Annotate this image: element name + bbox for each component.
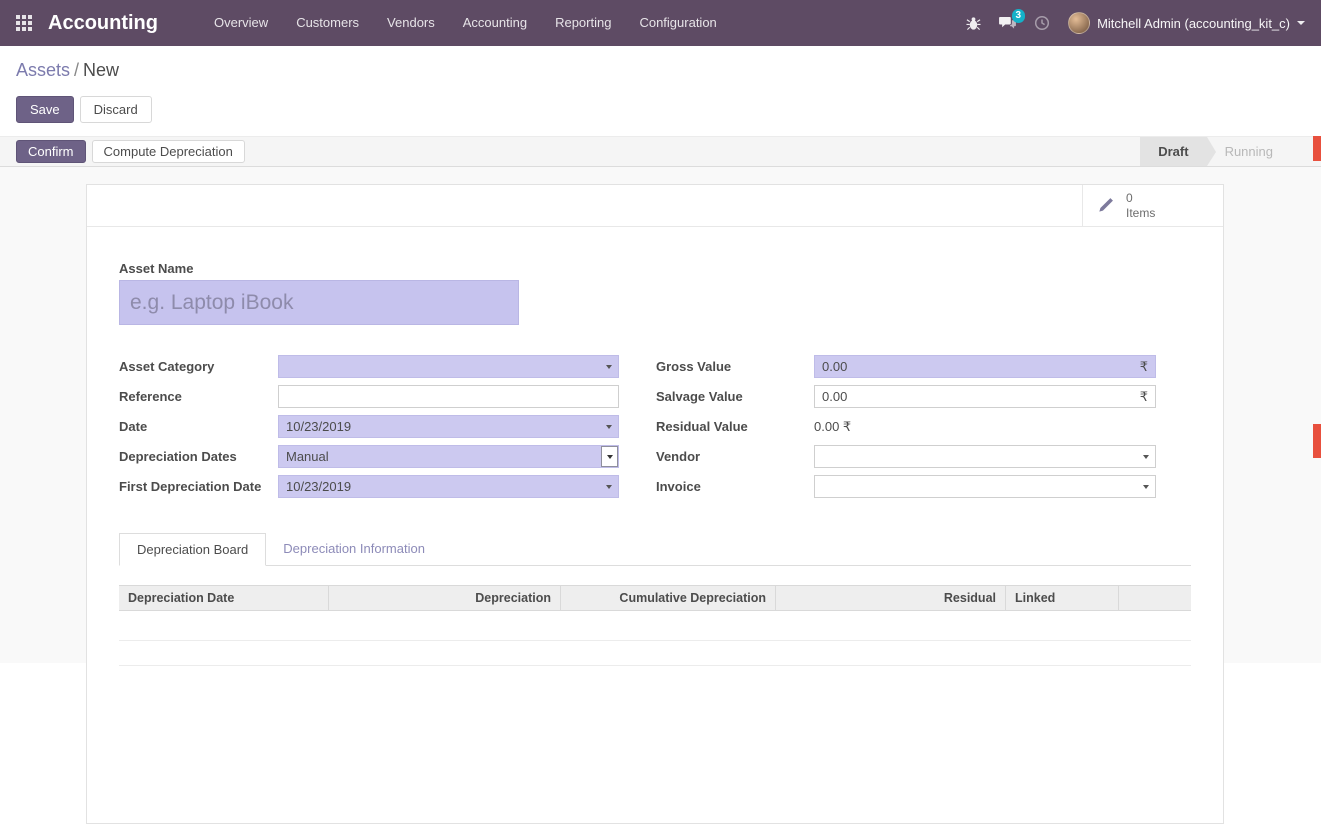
- breadcrumb-assets-link[interactable]: Assets: [16, 60, 70, 80]
- first-depreciation-date-label: First Depreciation Date: [119, 475, 278, 494]
- select-dropdown-button[interactable]: [601, 446, 618, 467]
- user-name: Mitchell Admin (accounting_kit_c): [1097, 16, 1290, 31]
- bug-icon[interactable]: [966, 16, 981, 31]
- app-name[interactable]: Accounting: [48, 12, 158, 35]
- depreciation-board-table: Depreciation Date Depreciation Cumulativ…: [119, 585, 1191, 666]
- currency-symbol: ₹: [1140, 359, 1148, 375]
- field-row-reference: Reference: [119, 385, 619, 408]
- user-menu[interactable]: Mitchell Admin (accounting_kit_c): [1068, 12, 1305, 34]
- form-view: 0 Items Asset Name Asset Category: [0, 167, 1321, 663]
- status-step-running[interactable]: Running: [1207, 137, 1291, 166]
- residual-value-text: 0.00 ₹: [814, 415, 1156, 435]
- field-row-depreciation-dates: Depreciation Dates Manual: [119, 445, 619, 468]
- activities-clock-icon[interactable]: [1034, 15, 1050, 31]
- currency-symbol: ₹: [1140, 389, 1148, 405]
- salvage-value-amount: 0.00: [822, 389, 847, 404]
- button-box: 0 Items: [87, 185, 1223, 227]
- salvage-value-input[interactable]: 0.00 ₹: [814, 385, 1156, 408]
- menu-customers[interactable]: Customers: [296, 0, 359, 46]
- col-empty: [1119, 586, 1191, 610]
- col-residual[interactable]: Residual: [776, 586, 1006, 610]
- edge-marker: [1313, 424, 1321, 458]
- discard-button[interactable]: Discard: [80, 96, 152, 123]
- field-row-residual-value: Residual Value 0.00 ₹: [656, 415, 1156, 438]
- form-sheet: 0 Items Asset Name Asset Category: [86, 184, 1224, 824]
- invoice-select[interactable]: [814, 475, 1156, 498]
- tab-depreciation-board[interactable]: Depreciation Board: [119, 533, 266, 566]
- invoice-label: Invoice: [656, 475, 814, 494]
- gross-value-input[interactable]: 0.00 ₹: [814, 355, 1156, 378]
- first-depreciation-date-input[interactable]: 10/23/2019: [278, 475, 619, 498]
- breadcrumb-current: New: [83, 60, 119, 80]
- edge-marker: [1313, 136, 1321, 161]
- vendor-label: Vendor: [656, 445, 814, 464]
- items-stat-button[interactable]: 0 Items: [1082, 185, 1223, 226]
- menu-configuration[interactable]: Configuration: [639, 0, 716, 46]
- menu-accounting[interactable]: Accounting: [463, 0, 527, 46]
- field-row-invoice: Invoice: [656, 475, 1156, 498]
- compute-depreciation-button[interactable]: Compute Depreciation: [92, 140, 245, 163]
- residual-value-label: Residual Value: [656, 415, 814, 434]
- col-depreciation-date[interactable]: Depreciation Date: [119, 586, 329, 610]
- menu-overview[interactable]: Overview: [214, 0, 268, 46]
- statusbar: Confirm Compute Depreciation Draft Runni…: [0, 136, 1321, 167]
- status-step-draft[interactable]: Draft: [1140, 137, 1206, 166]
- vendor-select[interactable]: [814, 445, 1156, 468]
- gross-value-amount: 0.00: [822, 359, 847, 374]
- menu-vendors[interactable]: Vendors: [387, 0, 435, 46]
- pencil-icon: [1097, 197, 1114, 214]
- asset-name-input[interactable]: [119, 280, 519, 325]
- breadcrumb-separator: /: [70, 60, 83, 80]
- menu-reporting[interactable]: Reporting: [555, 0, 611, 46]
- asset-category-label: Asset Category: [119, 355, 278, 374]
- depreciation-dates-label: Depreciation Dates: [119, 445, 278, 464]
- save-button[interactable]: Save: [16, 96, 74, 123]
- chevron-down-icon: [1297, 21, 1305, 25]
- main-menu: Overview Customers Vendors Accounting Re…: [214, 0, 717, 46]
- date-input[interactable]: 10/23/2019: [278, 415, 619, 438]
- top-navbar: Accounting Overview Customers Vendors Ac…: [0, 0, 1321, 46]
- table-empty-row: [119, 641, 1191, 666]
- field-row-salvage-value: Salvage Value 0.00 ₹: [656, 385, 1156, 408]
- apps-menu-icon[interactable]: [16, 15, 32, 31]
- reference-label: Reference: [119, 385, 278, 404]
- message-count-badge: 3: [1012, 9, 1026, 23]
- salvage-value-label: Salvage Value: [656, 385, 814, 404]
- items-label: Items: [1126, 206, 1155, 221]
- items-count: 0: [1126, 191, 1155, 206]
- col-cumulative-depreciation[interactable]: Cumulative Depreciation: [561, 586, 776, 610]
- field-row-gross-value: Gross Value 0.00 ₹: [656, 355, 1156, 378]
- table-header-row: Depreciation Date Depreciation Cumulativ…: [119, 585, 1191, 611]
- messages-icon[interactable]: 3: [999, 16, 1016, 31]
- notebook-tabs: Depreciation Board Depreciation Informat…: [119, 533, 1191, 566]
- asset-name-label: Asset Name: [119, 261, 1191, 276]
- field-row-date: Date 10/23/2019: [119, 415, 619, 438]
- field-row-vendor: Vendor: [656, 445, 1156, 468]
- col-linked[interactable]: Linked: [1006, 586, 1119, 610]
- confirm-button[interactable]: Confirm: [16, 140, 86, 163]
- tab-depreciation-information[interactable]: Depreciation Information: [266, 533, 442, 565]
- date-label: Date: [119, 415, 278, 434]
- user-avatar: [1068, 12, 1090, 34]
- field-row-first-depreciation-date: First Depreciation Date 10/23/2019: [119, 475, 619, 498]
- status-pipeline: Draft Running: [1140, 137, 1291, 166]
- gross-value-label: Gross Value: [656, 355, 814, 374]
- reference-input[interactable]: [278, 385, 619, 408]
- table-empty-row[interactable]: [119, 611, 1191, 641]
- field-row-asset-category: Asset Category: [119, 355, 619, 378]
- col-depreciation[interactable]: Depreciation: [329, 586, 561, 610]
- depreciation-dates-select[interactable]: Manual: [278, 445, 619, 468]
- control-panel: Assets/New Save Discard: [0, 46, 1321, 136]
- asset-category-select[interactable]: [278, 355, 619, 378]
- chevron-down-icon: [607, 455, 613, 459]
- breadcrumb: Assets/New: [16, 60, 1305, 81]
